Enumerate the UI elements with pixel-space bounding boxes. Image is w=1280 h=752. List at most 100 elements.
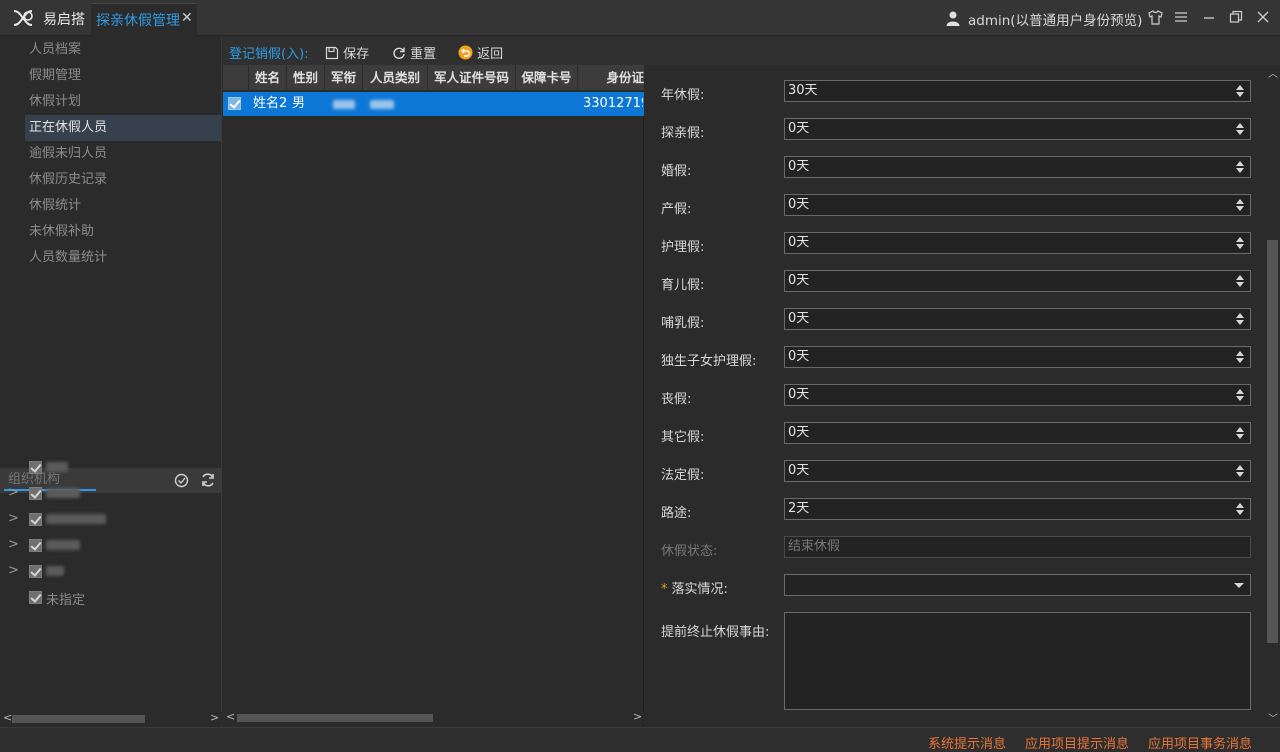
save-button[interactable]: 保存	[325, 43, 369, 62]
maternity-leave-spinner[interactable]: 0天	[784, 194, 1251, 216]
row-checkbox[interactable]	[228, 97, 241, 110]
spinner-arrows-icon[interactable]	[1236, 160, 1244, 174]
sidebar-item-unused-leave-subsidy[interactable]: 未休假补助	[25, 219, 221, 245]
column-header-gender[interactable]: 性别	[287, 65, 325, 91]
app-notice-link[interactable]: 应用项目提示消息	[1025, 733, 1129, 752]
tree-checkbox[interactable]	[29, 487, 42, 500]
back-button[interactable]: 返回	[458, 43, 503, 62]
system-message-link[interactable]: 系统提示消息	[928, 733, 1006, 752]
skin-icon[interactable]	[1148, 10, 1163, 25]
column-header-name[interactable]: 姓名	[249, 65, 287, 91]
grid-horizontal-scrollbar[interactable]: < >	[223, 710, 644, 724]
spinner-arrows-icon[interactable]	[1236, 350, 1244, 364]
tab-family-leave[interactable]: 探亲休假管理 ✕	[91, 3, 197, 36]
personnel-grid: 姓名 性别 军衔 人员类别 军人证件号码 保障卡号 身份证 姓名2 男 3301…	[223, 65, 644, 727]
sidebar-item-leave-stats[interactable]: 休假统计	[25, 193, 221, 219]
column-header-military-id[interactable]: 军人证件号码	[428, 65, 516, 91]
marriage-leave-label: 婚假:	[661, 164, 692, 179]
tree-node[interactable]: >	[0, 558, 220, 584]
scroll-right-icon[interactable]: >	[210, 711, 219, 724]
marriage-leave-value: 0天	[788, 159, 810, 174]
childcare-leave-spinner[interactable]: 0天	[784, 270, 1251, 292]
user-info[interactable]: admin(以普通用户身份预览)	[968, 9, 1142, 29]
tree-checkbox[interactable]	[29, 513, 42, 526]
only-child-care-leave-spinner[interactable]: 0天	[784, 346, 1251, 368]
statutory-leave-label: 法定假:	[661, 468, 705, 483]
chevron-right-icon[interactable]: >	[8, 511, 19, 526]
sidebar-item-overdue[interactable]: 逾假未归人员	[25, 141, 221, 167]
tree-checkbox[interactable]	[29, 539, 42, 552]
sidebar-item-holiday-management[interactable]: 假期管理	[25, 63, 221, 89]
spinner-arrows-icon[interactable]	[1236, 312, 1244, 326]
spinner-arrows-icon[interactable]	[1236, 198, 1244, 212]
other-leave-spinner[interactable]: 0天	[784, 422, 1251, 444]
tree-node[interactable]: >	[0, 480, 220, 506]
scroll-thumb[interactable]	[237, 714, 433, 722]
scroll-up-icon[interactable]: ︿	[1268, 65, 1278, 80]
scroll-down-icon[interactable]: ﹀	[1268, 710, 1278, 725]
table-row[interactable]: 姓名2 男 330127199	[223, 92, 644, 116]
tree-node-unassigned[interactable]: 未指定	[0, 584, 220, 610]
tree-checkbox[interactable]	[29, 591, 42, 604]
chevron-right-icon[interactable]: >	[8, 537, 19, 552]
annual-leave-spinner[interactable]: 30天	[784, 80, 1251, 102]
column-header-rank[interactable]: 军衔	[325, 65, 363, 91]
spinner-arrows-icon[interactable]	[1236, 464, 1244, 478]
menu-icon[interactable]	[1174, 10, 1188, 24]
tree-node[interactable]	[0, 454, 220, 480]
sidebar-item-personnel-files[interactable]: 人员档案	[25, 37, 221, 63]
statutory-leave-spinner[interactable]: 0天	[784, 460, 1251, 482]
tab-close-icon[interactable]: ✕	[181, 10, 193, 26]
spinner-arrows-icon[interactable]	[1236, 122, 1244, 136]
sidebar-item-leave-plan[interactable]: 休假计划	[25, 89, 221, 115]
chevron-right-icon[interactable]: >	[8, 485, 19, 500]
scroll-thumb[interactable]	[1267, 240, 1278, 643]
form-vertical-scrollbar[interactable]: ︿ ﹀	[1266, 65, 1280, 727]
sidebar-horizontal-scrollbar[interactable]: < >	[0, 711, 222, 725]
chevron-down-icon[interactable]	[1234, 583, 1244, 588]
scroll-thumb[interactable]	[12, 715, 145, 723]
reset-button[interactable]: 重置	[392, 43, 436, 62]
scroll-left-icon[interactable]: <	[226, 710, 235, 723]
spinner-arrows-icon[interactable]	[1236, 84, 1244, 98]
select-all-column[interactable]	[223, 65, 249, 91]
sidebar-item-on-leave[interactable]: 正在休假人员	[25, 115, 221, 141]
close-window-icon[interactable]	[1256, 10, 1270, 24]
scroll-left-icon[interactable]: <	[3, 711, 12, 724]
family-visit-leave-spinner[interactable]: 0天	[784, 118, 1251, 140]
cell-id-card: 330127199	[583, 96, 643, 111]
nursing-leave-spinner[interactable]: 0天	[784, 232, 1251, 254]
minimize-icon[interactable]	[1202, 10, 1216, 24]
spinner-arrows-icon[interactable]	[1236, 502, 1244, 516]
travel-days-spinner[interactable]: 2天	[784, 498, 1251, 520]
spinner-arrows-icon[interactable]	[1236, 388, 1244, 402]
column-header-security-card[interactable]: 保障卡号	[516, 65, 578, 91]
nursing-leave-value: 0天	[788, 235, 810, 250]
scroll-right-icon[interactable]: >	[633, 710, 642, 723]
save-label: 保存	[343, 47, 370, 62]
column-header-id-card[interactable]: 身份证	[578, 65, 644, 91]
status-bar: 系统提示消息 应用项目提示消息 应用项目事务消息	[0, 727, 1280, 752]
breastfeeding-leave-spinner[interactable]: 0天	[784, 308, 1251, 330]
tree-checkbox[interactable]	[29, 461, 42, 474]
spinner-arrows-icon[interactable]	[1236, 426, 1244, 440]
spinner-arrows-icon[interactable]	[1236, 236, 1244, 250]
early-termination-reason-textarea[interactable]	[784, 612, 1251, 710]
column-header-category[interactable]: 人员类别	[363, 65, 428, 91]
restore-icon[interactable]	[1229, 10, 1243, 24]
chevron-right-icon[interactable]: >	[8, 563, 19, 578]
tree-checkbox[interactable]	[29, 565, 42, 578]
tree-node[interactable]: >	[0, 532, 220, 558]
bereavement-leave-spinner[interactable]: 0天	[784, 384, 1251, 406]
implementation-dropdown[interactable]	[784, 574, 1251, 596]
nursing-leave-label: 护理假:	[661, 240, 705, 255]
marriage-leave-spinner[interactable]: 0天	[784, 156, 1251, 178]
app-transaction-link[interactable]: 应用项目事务消息	[1148, 733, 1252, 752]
blurred-category	[370, 100, 394, 109]
sidebar-item-leave-history[interactable]: 休假历史记录	[25, 167, 221, 193]
spinner-arrows-icon[interactable]	[1236, 274, 1244, 288]
back-label: 返回	[477, 47, 504, 62]
tree-node[interactable]: >	[0, 506, 220, 532]
reset-label: 重置	[410, 47, 437, 62]
sidebar-item-headcount-stats[interactable]: 人员数量统计	[25, 245, 221, 271]
